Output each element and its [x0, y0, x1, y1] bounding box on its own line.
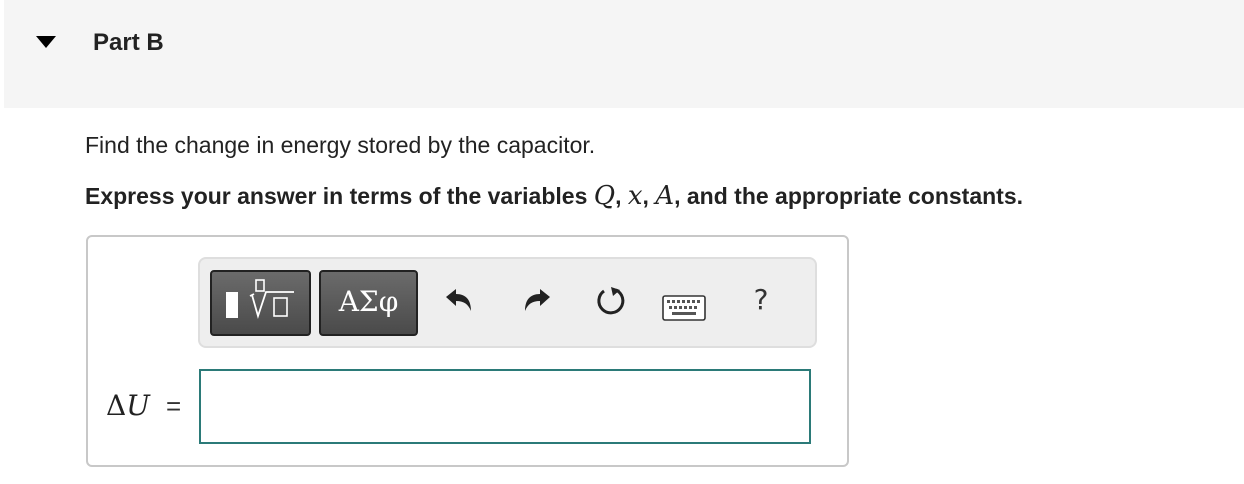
- instructions-tail: , and the appropriate constants.: [674, 183, 1023, 209]
- undo-icon[interactable]: [444, 286, 474, 316]
- variable-x: x: [627, 181, 643, 211]
- separator: ,: [642, 183, 656, 209]
- variable-a: A: [655, 181, 675, 211]
- help-button[interactable]: ?: [747, 283, 775, 319]
- energy-variable: U: [126, 389, 150, 422]
- instructions-lead: Express your answer in terms of the vari…: [85, 183, 594, 209]
- part-header[interactable]: Part B: [4, 0, 1244, 108]
- redo-icon[interactable]: [522, 286, 552, 316]
- keyboard-icon[interactable]: [662, 295, 706, 321]
- greek-symbols-label: ΑΣφ: [338, 285, 399, 318]
- separator: ,: [615, 183, 628, 209]
- collapse-triangle-icon[interactable]: [36, 36, 56, 48]
- templates-icon: [226, 279, 294, 320]
- reset-icon[interactable]: [594, 284, 628, 318]
- equals-sign: =: [166, 391, 182, 421]
- answer-instructions: Express your answer in terms of the vari…: [85, 181, 1023, 211]
- templates-button[interactable]: [210, 270, 311, 336]
- variable-q: Q: [593, 181, 616, 211]
- answer-variable-label: ΔU: [106, 389, 150, 422]
- answer-input[interactable]: [199, 369, 811, 444]
- greek-symbols-button[interactable]: ΑΣφ: [319, 270, 418, 336]
- delta-symbol: Δ: [106, 389, 127, 422]
- question-prompt: Find the change in energy stored by the …: [85, 132, 596, 158]
- part-title: Part B: [93, 29, 164, 56]
